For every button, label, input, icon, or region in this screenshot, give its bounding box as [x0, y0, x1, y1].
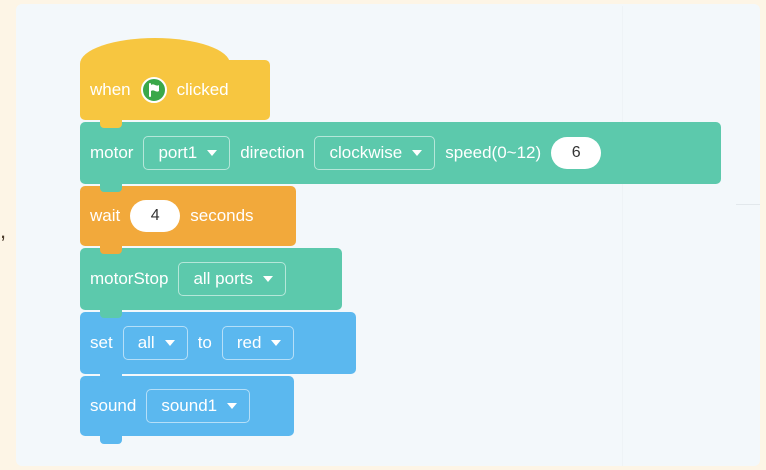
chevron-down-icon	[412, 150, 423, 156]
motor-block[interactable]: motor port1 direction clockwise speed(0~…	[80, 122, 721, 192]
set-label: set	[90, 333, 113, 352]
motor-label: motor	[90, 143, 134, 162]
set-light-block[interactable]: set all to red	[80, 312, 356, 382]
when-label: when	[90, 80, 131, 99]
motor-stop-block[interactable]: motorStop all ports	[80, 248, 342, 318]
sound-dropdown[interactable]: sound1	[146, 389, 251, 423]
set-color-value: red	[236, 333, 262, 352]
set-color-dropdown[interactable]: red	[221, 326, 295, 360]
sound-value: sound1	[161, 396, 218, 415]
green-flag-icon	[140, 77, 167, 103]
motor-port-dropdown[interactable]: port1	[143, 136, 231, 170]
wait-seconds-input[interactable]: 4	[130, 200, 181, 232]
chevron-down-icon	[262, 276, 273, 282]
chevron-down-icon	[207, 150, 218, 156]
motor-stop-label: motorStop	[90, 269, 169, 288]
wait-label: wait	[90, 206, 121, 225]
when-flag-clicked-block[interactable]: when clicked	[80, 38, 270, 128]
to-label: to	[197, 333, 212, 352]
sound-block[interactable]: sound sound1	[80, 376, 294, 444]
clicked-label: clicked	[176, 80, 229, 99]
speed-label: speed(0~12)	[445, 143, 542, 162]
motor-direction-value: clockwise	[329, 143, 403, 162]
workspace-divider	[622, 6, 623, 466]
motor-stop-ports-dropdown[interactable]: all ports	[178, 262, 286, 296]
seconds-label: seconds	[190, 206, 254, 225]
chevron-down-icon	[271, 340, 282, 346]
workspace-guide-line	[736, 204, 760, 205]
wait-block[interactable]: wait 4 seconds	[80, 186, 296, 254]
motor-direction-dropdown[interactable]: clockwise	[314, 136, 436, 170]
set-target-value: all	[137, 333, 155, 352]
sound-label: sound	[90, 396, 137, 415]
motor-port-value: port1	[158, 143, 198, 162]
chevron-down-icon	[227, 403, 238, 409]
chevron-down-icon	[164, 340, 175, 346]
edge-mark: ,	[0, 218, 7, 243]
speed-input[interactable]: 6	[551, 137, 602, 169]
motor-stop-ports-value: all ports	[193, 269, 253, 288]
direction-label: direction	[240, 143, 305, 162]
set-target-dropdown[interactable]: all	[122, 326, 188, 360]
